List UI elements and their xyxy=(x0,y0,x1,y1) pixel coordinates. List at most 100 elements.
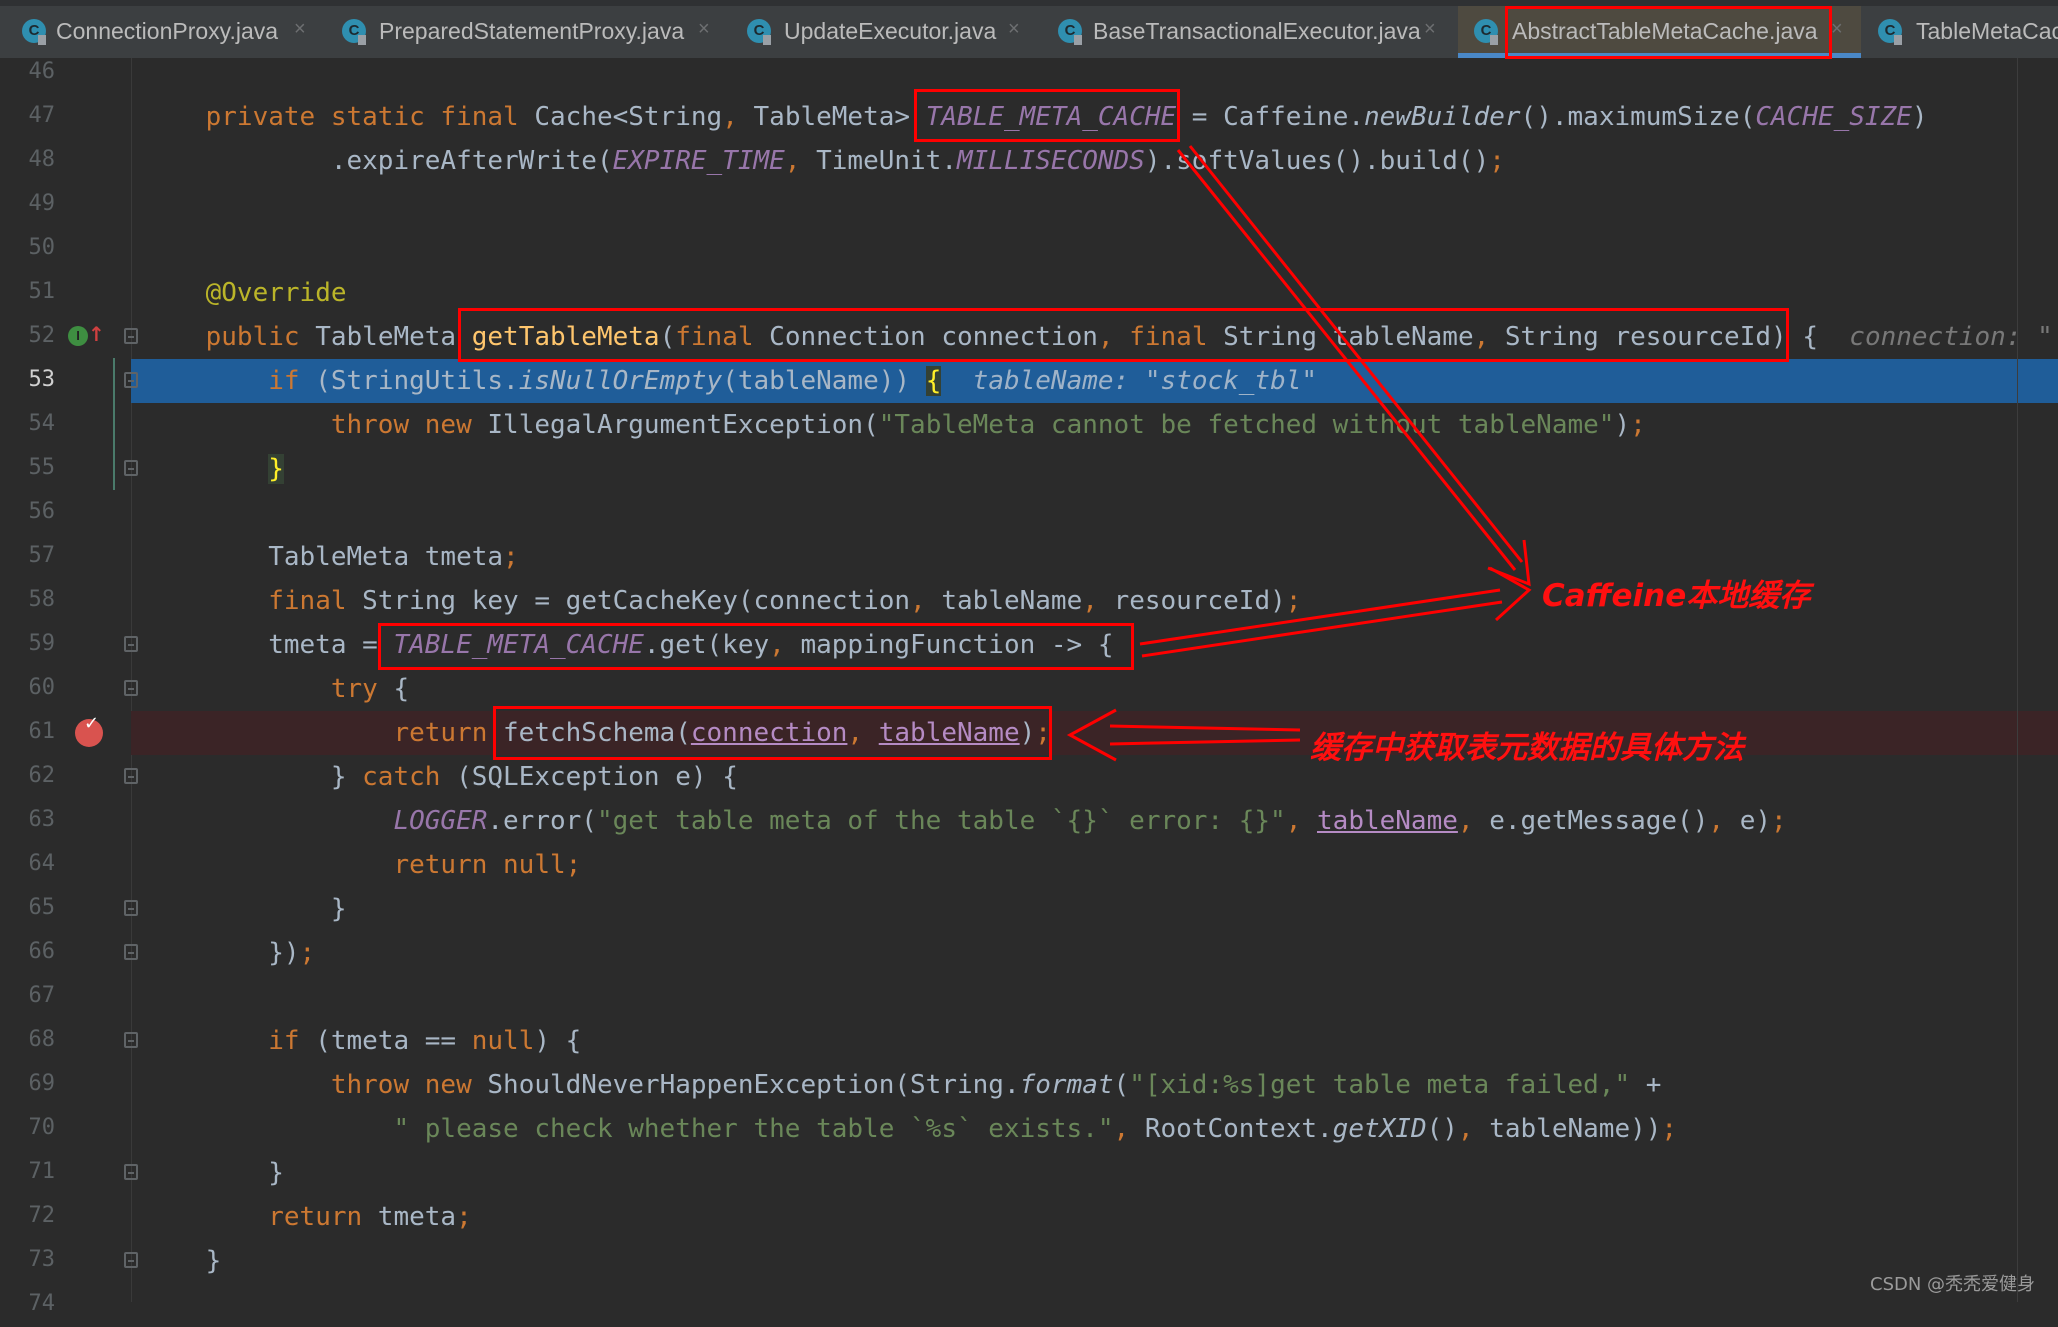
code-line[interactable]: 66 }); xyxy=(0,931,2058,975)
tab-connection-proxy[interactable]: C ConnectionProxy.java × xyxy=(14,6,324,58)
code-line[interactable]: 70 " please check whether the table `%s`… xyxy=(0,1107,2058,1151)
code-text[interactable]: if (tmeta == null) { xyxy=(143,1025,581,1057)
code-text[interactable]: tmeta = TABLE_META_CACHE.get(key, mappin… xyxy=(143,629,1113,661)
line-number[interactable]: 68 xyxy=(0,1027,56,1052)
line-number[interactable]: 66 xyxy=(0,939,56,964)
code-line[interactable]: 72 return tmeta; xyxy=(0,1195,2058,1239)
line-number[interactable]: 69 xyxy=(0,1071,56,1096)
line-number[interactable]: 53 xyxy=(0,367,56,392)
code-text[interactable]: } xyxy=(143,1157,284,1189)
code-text[interactable]: private static final Cache<String, Table… xyxy=(143,101,1928,133)
line-number[interactable]: 74 xyxy=(0,1291,56,1316)
code-text[interactable]: }); xyxy=(143,937,315,969)
code-text[interactable]: try { xyxy=(143,673,409,705)
fold-toggle-icon[interactable] xyxy=(124,768,138,784)
code-line[interactable]: 56 xyxy=(0,491,2058,535)
code-text[interactable]: throw new IllegalArgumentException("Tabl… xyxy=(143,409,1646,441)
code-line[interactable]: 54 throw new IllegalArgumentException("T… xyxy=(0,403,2058,447)
code-text[interactable]: @Override xyxy=(143,277,347,309)
line-number[interactable]: 50 xyxy=(0,235,56,260)
code-text[interactable]: } xyxy=(143,1245,222,1277)
fold-toggle-icon[interactable] xyxy=(124,1252,138,1268)
code-line[interactable]: 50 xyxy=(0,227,2058,271)
line-number[interactable]: 60 xyxy=(0,675,56,700)
code-text[interactable]: return null; xyxy=(143,849,581,881)
code-line[interactable]: 48 .expireAfterWrite(EXPIRE_TIME, TimeUn… xyxy=(0,139,2058,183)
fold-toggle-icon[interactable] xyxy=(124,1164,138,1180)
breakpoint-icon[interactable]: ✓ xyxy=(75,713,103,747)
line-number[interactable]: 55 xyxy=(0,455,56,480)
line-number[interactable]: 70 xyxy=(0,1115,56,1140)
code-line[interactable]: 55 } xyxy=(0,447,2058,491)
fold-toggle-icon[interactable] xyxy=(124,460,138,476)
tab-update-executor[interactable]: C UpdateExecutor.java × xyxy=(740,6,1040,58)
code-text[interactable]: .expireAfterWrite(EXPIRE_TIME, TimeUnit.… xyxy=(143,145,1505,177)
code-editor[interactable]: 46 47 private static final Cache<String, … xyxy=(0,0,2058,1316)
line-number[interactable]: 56 xyxy=(0,499,56,524)
code-text[interactable]: TableMeta tmeta; xyxy=(143,541,518,573)
line-number[interactable]: 71 xyxy=(0,1159,56,1184)
tab-base-transactional-executor[interactable]: C BaseTransactionalExecutor.java × xyxy=(1052,6,1457,58)
code-line[interactable]: 47 private static final Cache<String, Ta… xyxy=(0,95,2058,139)
line-number[interactable]: 61 xyxy=(0,719,56,744)
code-text[interactable]: public TableMeta getTableMeta(final Conn… xyxy=(143,321,2053,353)
code-line[interactable]: 53 if (StringUtils.isNullOrEmpty(tableNa… xyxy=(0,359,2058,403)
code-line[interactable]: 67 xyxy=(0,975,2058,1019)
line-number[interactable]: 46 xyxy=(0,59,56,84)
close-icon[interactable]: × xyxy=(698,18,710,41)
code-line[interactable]: 71 } xyxy=(0,1151,2058,1195)
line-number[interactable]: 65 xyxy=(0,895,56,920)
fold-toggle-icon[interactable] xyxy=(124,1032,138,1048)
implements-method-icon[interactable]: I xyxy=(68,326,88,346)
line-number[interactable]: 52 xyxy=(0,323,56,348)
fold-toggle-icon[interactable] xyxy=(124,636,138,652)
code-text[interactable]: return fetchSchema(connection, tableName… xyxy=(143,717,1050,749)
line-number[interactable]: 59 xyxy=(0,631,56,656)
line-number[interactable]: 54 xyxy=(0,411,56,436)
close-icon[interactable]: × xyxy=(1831,18,1843,41)
line-number[interactable]: 51 xyxy=(0,279,56,304)
code-line[interactable]: 64 return null; xyxy=(0,843,2058,887)
close-icon[interactable]: × xyxy=(1008,18,1020,41)
fold-toggle-icon[interactable] xyxy=(124,944,138,960)
code-line[interactable]: 51 @Override xyxy=(0,271,2058,315)
tab-table-meta-cache[interactable]: C TableMetaCac xyxy=(1870,6,2058,58)
fold-toggle-icon[interactable] xyxy=(124,680,138,696)
code-line[interactable]: 62 } catch (SQLException e) { xyxy=(0,755,2058,799)
code-text[interactable]: return tmeta; xyxy=(143,1201,472,1233)
line-number[interactable]: 67 xyxy=(0,983,56,1008)
code-text[interactable]: final String key = getCacheKey(connectio… xyxy=(143,585,1301,617)
line-number[interactable]: 57 xyxy=(0,543,56,568)
code-line[interactable]: 69 throw new ShouldNeverHappenException(… xyxy=(0,1063,2058,1107)
fold-toggle-icon[interactable] xyxy=(124,900,138,916)
code-line[interactable]: 49 xyxy=(0,183,2058,227)
line-number[interactable]: 47 xyxy=(0,103,56,128)
line-number[interactable]: 63 xyxy=(0,807,56,832)
line-number[interactable]: 58 xyxy=(0,587,56,612)
code-line[interactable]: 65 } xyxy=(0,887,2058,931)
line-number[interactable]: 62 xyxy=(0,763,56,788)
line-number[interactable]: 64 xyxy=(0,851,56,876)
code-text[interactable]: " please check whether the table `%s` ex… xyxy=(143,1113,1677,1145)
code-line[interactable]: 59 tmeta = TABLE_META_CACHE.get(key, map… xyxy=(0,623,2058,667)
code-line[interactable]: 74 xyxy=(0,1283,2058,1327)
line-number[interactable]: 48 xyxy=(0,147,56,172)
code-line[interactable]: 61 return fetchSchema(connection, tableN… xyxy=(0,711,2058,755)
code-line[interactable]: 63 LOGGER.error("get table meta of the t… xyxy=(0,799,2058,843)
code-line[interactable]: 52 public TableMeta getTableMeta(final C… xyxy=(0,315,2058,359)
line-number[interactable]: 49 xyxy=(0,191,56,216)
code-text[interactable]: } catch (SQLException e) { xyxy=(143,761,738,793)
code-line[interactable]: 73 } xyxy=(0,1239,2058,1283)
fold-toggle-icon[interactable] xyxy=(124,328,138,344)
fold-toggle-icon[interactable] xyxy=(124,372,138,388)
tab-prepared-statement-proxy[interactable]: C PreparedStatementProxy.java × xyxy=(335,6,730,58)
code-text[interactable]: } xyxy=(143,453,284,485)
close-icon[interactable]: × xyxy=(294,18,306,41)
code-text[interactable]: throw new ShouldNeverHappenException(Str… xyxy=(143,1069,1662,1101)
line-number[interactable]: 72 xyxy=(0,1203,56,1228)
line-number[interactable]: 73 xyxy=(0,1247,56,1272)
code-text[interactable]: } xyxy=(143,893,347,925)
code-text[interactable]: LOGGER.error("get table meta of the tabl… xyxy=(143,805,1786,837)
tab-abstract-table-meta-cache[interactable]: C AbstractTableMetaCache.java × xyxy=(1458,6,1861,58)
code-text[interactable]: if (StringUtils.isNullOrEmpty(tableName)… xyxy=(143,365,1317,397)
